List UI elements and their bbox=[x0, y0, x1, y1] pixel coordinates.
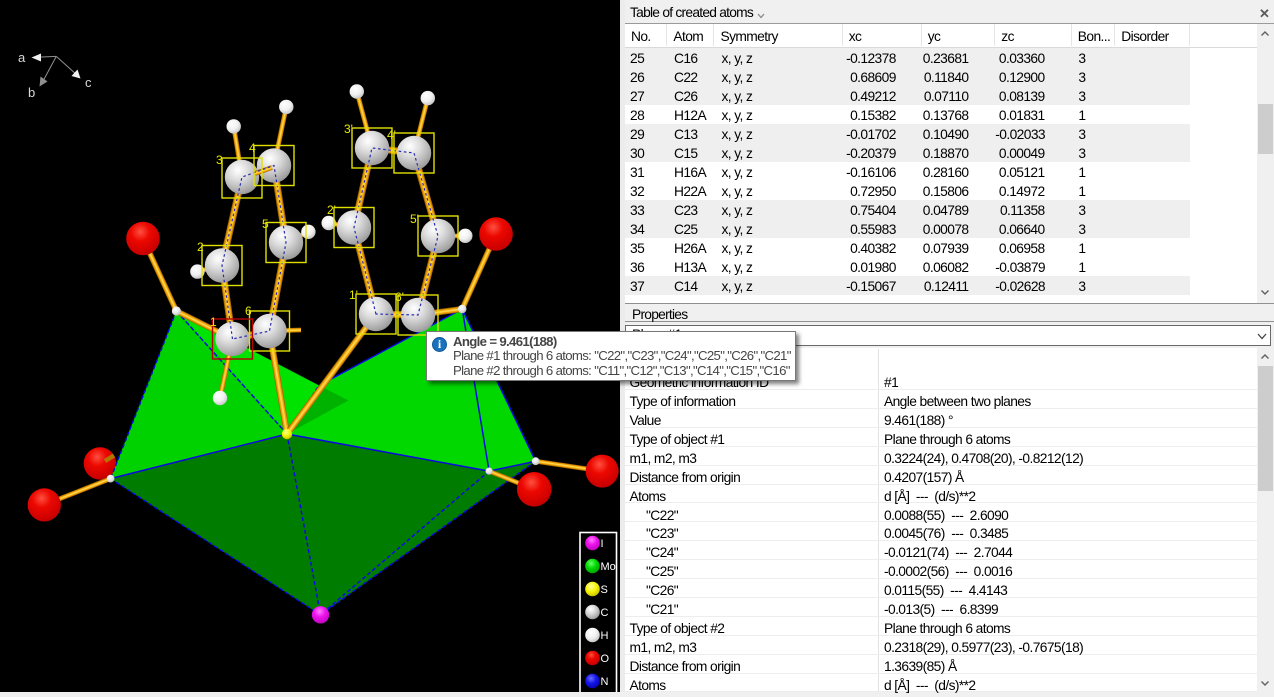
svg-text:1: 1 bbox=[210, 315, 217, 329]
svg-text:O: O bbox=[601, 653, 610, 665]
svg-text:5: 5 bbox=[262, 217, 269, 231]
svg-text:5': 5' bbox=[410, 212, 419, 226]
svg-text:6: 6 bbox=[245, 304, 252, 318]
svg-text:b: b bbox=[28, 85, 35, 100]
svg-text:c: c bbox=[85, 75, 92, 90]
svg-text:Mo: Mo bbox=[601, 561, 616, 573]
svg-text:2: 2 bbox=[197, 240, 204, 254]
svg-text:N: N bbox=[601, 676, 609, 688]
svg-text:I: I bbox=[601, 538, 604, 550]
svg-text:4': 4' bbox=[387, 128, 396, 142]
svg-text:S: S bbox=[601, 584, 608, 596]
svg-text:a: a bbox=[18, 50, 26, 65]
svg-text:3': 3' bbox=[344, 122, 353, 136]
svg-text:H: H bbox=[601, 630, 609, 642]
svg-text:6': 6' bbox=[395, 290, 404, 304]
svg-text:3: 3 bbox=[216, 153, 223, 167]
svg-text:4: 4 bbox=[249, 141, 256, 155]
svg-text:C: C bbox=[601, 607, 609, 619]
svg-text:2': 2' bbox=[327, 203, 336, 217]
svg-text:1': 1' bbox=[349, 288, 358, 302]
